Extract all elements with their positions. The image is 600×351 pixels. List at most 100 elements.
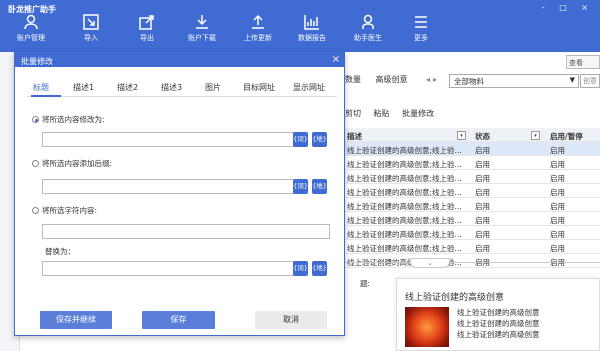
table-row[interactable]: 线上验证创建的高级创意;线上验... 启用 启用: [345, 226, 600, 240]
option-append-suffix[interactable]: 将所选内容添加后缀:: [32, 158, 112, 169]
table-cell: 启用: [550, 146, 565, 155]
active-tab-indicator: [31, 95, 61, 97]
batch-edit-dialog: 批量修改 × 标题 描述1 描述2 描述3 图片 目标网址 显示网址 将所选内容…: [14, 52, 345, 336]
toolbar-label: 导入: [84, 34, 98, 42]
material-filter-value: 全部物料: [454, 77, 484, 86]
table-row[interactable]: 线上验证创建的高级创意;线上验... 启用 启用: [345, 184, 600, 198]
material-tabs: 数量 高级创意: [345, 74, 420, 90]
tab-image[interactable]: 图片: [205, 82, 221, 93]
toolbar-report-button[interactable]: 数据报告: [287, 14, 337, 50]
insert-word-button[interactable]: {词}: [293, 132, 308, 147]
table-cell: 启用: [550, 160, 565, 169]
insert-word-button[interactable]: {词}: [293, 179, 308, 194]
preview-line: 线上验证创建的高级创意: [457, 319, 540, 328]
append-suffix-input[interactable]: [42, 179, 303, 194]
table-cell: 启用: [475, 216, 490, 225]
table-row[interactable]: 线上验证创建的高级创意;线上验... 启用 启用: [345, 212, 600, 226]
find-text-input[interactable]: [42, 224, 330, 239]
table-cell: 线上验证创建的高级创意;线上验...: [347, 230, 462, 239]
replace-with-input[interactable]: [42, 261, 303, 276]
table-cell: 启用: [475, 188, 490, 197]
toolbar-upload-button[interactable]: 上传更新: [233, 14, 283, 50]
table-row[interactable]: 线上验证创建的高级创意;线上验...启用启用: [345, 142, 600, 156]
option-replace-chars[interactable]: 将所选字符内容:: [32, 205, 97, 216]
insert-region-button[interactable]: {地}: [312, 179, 327, 194]
table-cell: 线上验证创建的高级创意;线上验...: [347, 188, 462, 197]
option-label: 将所选内容添加后缀:: [42, 159, 113, 168]
table-row[interactable]: 线上验证创建的高级创意;线上验...启用启用: [345, 170, 600, 184]
paste-button[interactable]: 粘贴: [374, 109, 390, 118]
table-cell: 启用: [475, 230, 490, 239]
dialog-tabs: 标题 描述1 描述2 描述3 图片 目标网址 显示网址: [27, 77, 337, 97]
table-cell: 线上验证创建的高级创意;线上验...: [347, 202, 462, 211]
table-row[interactable]: 线上验证创建的高级创意;线上验...启用启用: [345, 156, 600, 170]
radio-button[interactable]: [32, 116, 39, 123]
collapse-toggle[interactable]: ⌄: [410, 258, 450, 268]
table-cell: 启用: [550, 230, 565, 239]
view-button[interactable]: 查看: [566, 55, 600, 69]
tab-description-2[interactable]: 描述2: [117, 82, 138, 93]
radio-button[interactable]: [32, 207, 39, 214]
column-header-enable[interactable]: 启用/暂停: [550, 131, 583, 142]
insert-word-button[interactable]: {词}: [293, 261, 308, 276]
creative-search-input[interactable]: 创意: [580, 74, 600, 88]
table-cell: 启用: [550, 244, 565, 253]
radio-button[interactable]: [32, 160, 39, 167]
option-replace-all[interactable]: 将所选内容修改为:: [32, 114, 105, 125]
window-controls[interactable]: - □ ×: [542, 3, 594, 12]
preview-title: 线上验证创建的高级创意: [405, 293, 505, 303]
toolbar-label: 数据报告: [298, 34, 326, 42]
toolbar-label: 助手医生: [354, 34, 382, 42]
tab-advanced-creative[interactable]: 高级创意: [376, 74, 408, 85]
toolbar-import-button[interactable]: 导入: [66, 14, 116, 50]
table-cell: 线上验证创建的高级创意;线上验...: [347, 216, 462, 225]
toolbar-download-button[interactable]: 账户下载: [177, 14, 227, 50]
table-cell: 启用: [550, 188, 565, 197]
download-icon: [196, 15, 208, 29]
table-cell: 启用: [550, 216, 565, 225]
table-row[interactable]: 线上验证创建的高级创意;线上验...启用启用: [345, 240, 600, 254]
table-row[interactable]: 线上验证创建的高级创意;线上验...启用启用: [345, 254, 600, 268]
tab-quantity[interactable]: 数量: [345, 74, 361, 85]
replace-all-input[interactable]: [42, 132, 303, 147]
toolbar-more-button[interactable]: 更多: [396, 14, 446, 50]
cancel-button[interactable]: 取消: [255, 311, 327, 329]
table-row[interactable]: 线上验证创建的高级创意;线上验...启用启用: [345, 198, 600, 212]
table-cell: 启用: [475, 244, 490, 253]
creative-preview-card: 线上验证创建的高级创意 线上验证创建的高级创意 线上验证创建的高级创意 线上验证…: [396, 278, 600, 351]
save-and-continue-button[interactable]: 保存并继续: [40, 311, 112, 329]
tab-description-1[interactable]: 描述1: [73, 82, 94, 93]
toolbar-export-button[interactable]: 导出: [122, 14, 172, 50]
toolbar-label: 更多: [414, 34, 428, 42]
tab-title[interactable]: 标题: [33, 82, 49, 93]
toolbar-account-manage-button[interactable]: 账户管理: [6, 14, 56, 50]
preview-line: 线上验证创建的高级创意: [457, 330, 540, 339]
option-label: 将所选字符内容:: [42, 206, 98, 215]
toolbar-label: 账户下载: [188, 34, 216, 42]
column-header-status[interactable]: 状态: [475, 131, 490, 142]
tab-target-url[interactable]: 目标网址: [243, 82, 275, 93]
chevron-down-icon: ▼: [569, 76, 575, 84]
close-icon[interactable]: ×: [332, 54, 340, 65]
import-icon: [83, 14, 99, 30]
tab-display-url[interactable]: 显示网址: [293, 82, 325, 93]
filter-icon[interactable]: ▾: [531, 131, 540, 140]
filter-icon[interactable]: ▾: [457, 131, 466, 140]
preview-line: 线上验证创建的高级创意: [457, 308, 540, 317]
replace-with-label: 替换为：: [45, 247, 75, 256]
dialog-title: 批量修改: [21, 57, 53, 66]
column-header-description[interactable]: 描述: [347, 131, 362, 142]
edit-toolbar: 剪切 粘贴 批量修改: [345, 108, 444, 119]
cut-button[interactable]: 剪切: [345, 109, 361, 118]
material-filter-select[interactable]: 全部物料 ▼: [449, 74, 579, 88]
insert-region-button[interactable]: {地}: [312, 132, 327, 147]
insert-region-button[interactable]: {地}: [312, 261, 327, 276]
nav-arrows[interactable]: ◂▸: [426, 75, 440, 84]
table-cell: 启用: [550, 202, 565, 211]
toolbar-doctor-button[interactable]: 助手医生: [343, 14, 393, 50]
panel-divider: [345, 262, 600, 263]
title-label: 题:: [360, 279, 371, 288]
save-button[interactable]: 保存: [142, 311, 215, 329]
tab-description-3[interactable]: 描述3: [161, 82, 182, 93]
batch-edit-button[interactable]: 批量修改: [402, 109, 434, 118]
